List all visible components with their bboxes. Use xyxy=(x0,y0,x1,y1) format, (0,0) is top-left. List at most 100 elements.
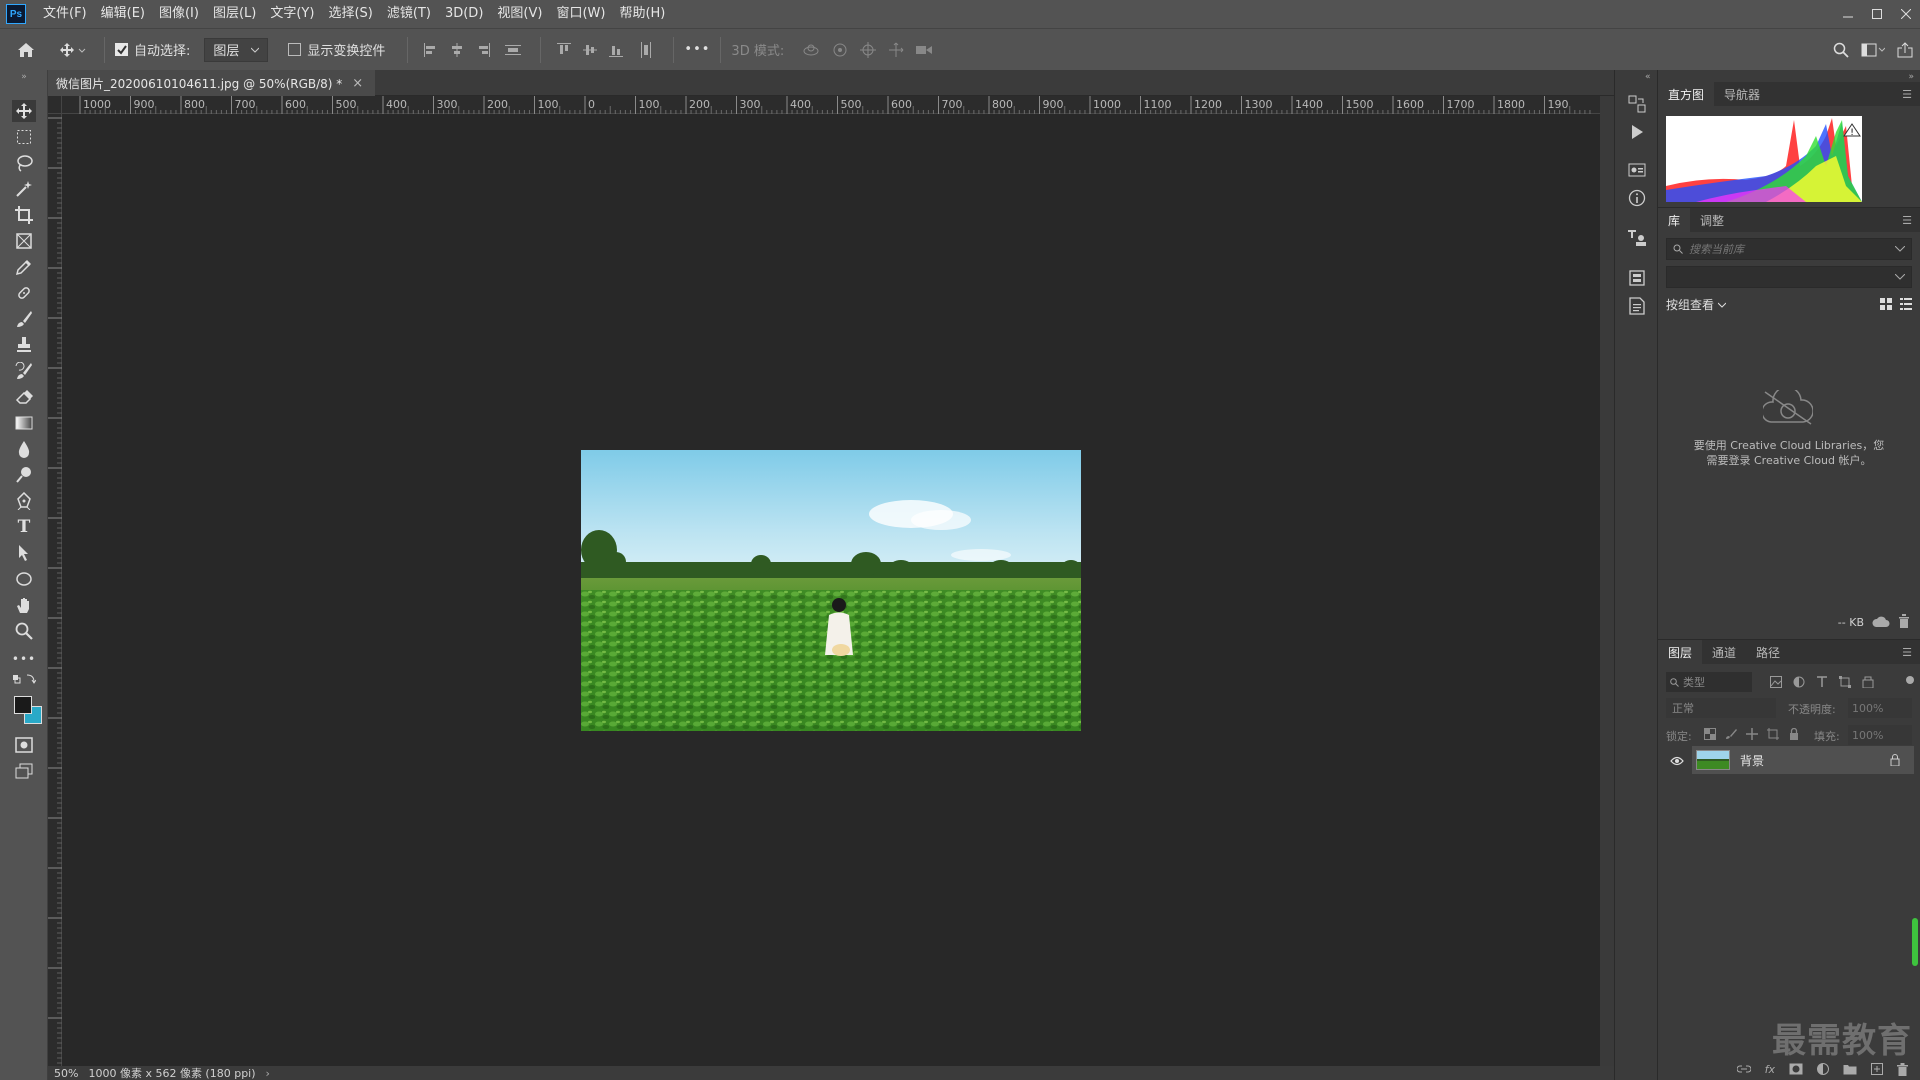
lock-artboard-icon[interactable] xyxy=(1767,728,1779,740)
tab-adjustments[interactable]: 调整 xyxy=(1690,208,1734,232)
foreground-color-swatch[interactable] xyxy=(14,696,32,714)
filter-type-icon[interactable] xyxy=(1816,676,1828,688)
menu-filter[interactable]: 滤镜(T) xyxy=(380,0,438,28)
move-tool-icon[interactable] xyxy=(12,100,36,122)
notes-panel-icon[interactable] xyxy=(1627,296,1647,316)
healing-brush-tool-icon[interactable] xyxy=(12,282,36,304)
delete-layer-icon[interactable] xyxy=(1897,1062,1908,1076)
tab-navigator[interactable]: 导航器 xyxy=(1714,82,1770,106)
zoom-tool-icon[interactable] xyxy=(12,620,36,642)
align-center-h-icon[interactable] xyxy=(444,29,470,71)
view-by-group-dropdown[interactable]: 按组查看 xyxy=(1666,296,1727,313)
lock-position-icon[interactable] xyxy=(1746,728,1758,740)
3d-roll-icon[interactable] xyxy=(826,29,854,71)
tab-paths[interactable]: 路径 xyxy=(1746,640,1790,664)
history-panel-icon[interactable] xyxy=(1627,94,1647,114)
fill-field[interactable]: 100% xyxy=(1848,725,1912,745)
close-icon[interactable] xyxy=(1891,0,1920,28)
ruler-vertical[interactable] xyxy=(48,114,62,1066)
tab-histogram[interactable]: 直方图 xyxy=(1658,82,1715,106)
lock-all-icon[interactable] xyxy=(1788,728,1800,740)
tab-channels[interactable]: 通道 xyxy=(1702,640,1746,664)
move-tool-preset-icon[interactable] xyxy=(52,29,94,71)
filter-shape-icon[interactable] xyxy=(1839,676,1851,688)
ruler-origin[interactable] xyxy=(48,96,62,114)
lock-image-pixels-icon[interactable] xyxy=(1725,728,1737,740)
document-info[interactable]: 1000 像素 x 562 像素 (180 ppi) xyxy=(88,1065,255,1080)
swap-colors-icon[interactable] xyxy=(12,672,36,686)
pen-tool-icon[interactable] xyxy=(12,490,36,512)
new-group-icon[interactable] xyxy=(1843,1063,1857,1075)
3d-slide-icon[interactable] xyxy=(882,29,910,71)
menu-view[interactable]: 视图(V) xyxy=(490,0,549,28)
menu-file[interactable]: 文件(F) xyxy=(36,0,94,28)
menu-3d[interactable]: 3D(D) xyxy=(438,0,490,28)
tab-layers[interactable]: 图层 xyxy=(1658,640,1703,664)
add-mask-icon[interactable] xyxy=(1789,1063,1803,1075)
cloud-sync-icon[interactable] xyxy=(1872,616,1890,632)
edit-toolbar-icon[interactable]: ••• xyxy=(12,648,36,670)
quick-mask-icon[interactable] xyxy=(12,734,36,756)
filter-smart-object-icon[interactable] xyxy=(1862,676,1874,688)
vertical-scrollbar[interactable] xyxy=(1600,96,1614,1066)
lasso-tool-icon[interactable] xyxy=(12,152,36,174)
document-image[interactable] xyxy=(581,450,1081,731)
share-icon[interactable] xyxy=(1890,29,1920,71)
filter-pixel-icon[interactable] xyxy=(1770,676,1782,688)
lock-transparent-pixels-icon[interactable] xyxy=(1704,728,1716,740)
properties-panel-icon[interactable] xyxy=(1627,160,1647,180)
dodge-tool-icon[interactable] xyxy=(12,464,36,486)
magic-wand-tool-icon[interactable] xyxy=(12,178,36,200)
link-layers-icon[interactable] xyxy=(1736,1064,1751,1074)
close-tab-icon[interactable]: × xyxy=(352,76,363,91)
path-selection-tool-icon[interactable] xyxy=(12,542,36,564)
trash-icon[interactable] xyxy=(1898,614,1910,632)
maximize-icon[interactable] xyxy=(1862,0,1891,28)
ellipse-tool-icon[interactable] xyxy=(12,568,36,590)
panel-menu-icon[interactable]: ☰ xyxy=(1902,214,1912,227)
3d-orbit-icon[interactable] xyxy=(796,29,826,71)
collapse-panels-icon[interactable]: » xyxy=(1908,72,1914,82)
auto-select-dropdown[interactable]: 图层 xyxy=(204,37,269,62)
menu-window[interactable]: 窗口(W) xyxy=(549,0,612,28)
minimize-icon[interactable] xyxy=(1833,0,1862,28)
menu-type[interactable]: 文字(Y) xyxy=(263,0,321,28)
clone-stamp-tool-icon[interactable] xyxy=(12,334,36,356)
layer-row-background[interactable]: 背景 xyxy=(1692,746,1914,774)
new-layer-icon[interactable] xyxy=(1871,1063,1883,1075)
blend-mode-dropdown[interactable]: 正常 xyxy=(1666,698,1776,718)
menu-image[interactable]: 图像(I) xyxy=(152,0,206,28)
workspace-icon[interactable] xyxy=(1856,29,1890,71)
eye-visibility-icon[interactable] xyxy=(1670,755,1684,770)
character-panel-icon[interactable] xyxy=(1627,228,1647,248)
menu-help[interactable]: 帮助(H) xyxy=(612,0,672,28)
align-right-icon[interactable] xyxy=(470,29,496,71)
eyedropper-tool-icon[interactable] xyxy=(12,256,36,278)
distribute-horizontal-icon[interactable] xyxy=(629,29,663,71)
panel-menu-icon[interactable]: ☰ xyxy=(1902,646,1912,659)
align-top-icon[interactable] xyxy=(551,29,577,71)
ruler-horizontal[interactable]: 1000 900 800 700 600 500 400 300 200 100 0 100 200 30… xyxy=(62,96,1600,114)
layer-name[interactable]: 背景 xyxy=(1740,752,1764,769)
frame-tool-icon[interactable] xyxy=(12,230,36,252)
auto-select-checkbox[interactable] xyxy=(115,43,128,56)
more-options-icon[interactable]: ••• xyxy=(684,42,710,57)
grid-view-icon[interactable] xyxy=(1880,298,1892,314)
glyphs-panel-icon[interactable] xyxy=(1627,268,1647,288)
adjustment-layer-icon[interactable] xyxy=(1817,1063,1829,1075)
hand-tool-icon[interactable] xyxy=(12,594,36,616)
show-transform-checkbox[interactable] xyxy=(288,43,302,56)
layer-filter-kind[interactable]: 类型 xyxy=(1666,672,1752,692)
fx-icon[interactable]: fx xyxy=(1765,1063,1775,1076)
actions-play-icon[interactable] xyxy=(1627,122,1647,142)
3d-pan-icon[interactable] xyxy=(854,29,882,71)
brush-tool-icon[interactable] xyxy=(12,308,36,330)
blur-tool-icon[interactable] xyxy=(12,438,36,460)
document-canvas[interactable] xyxy=(62,114,1600,1066)
menu-layer[interactable]: 图层(L) xyxy=(206,0,263,28)
collapse-tools-icon[interactable]: » xyxy=(4,72,44,82)
chevron-right-icon[interactable]: › xyxy=(266,1067,270,1080)
info-icon[interactable] xyxy=(1627,188,1647,208)
menu-edit[interactable]: 编辑(E) xyxy=(94,0,152,28)
crop-tool-icon[interactable] xyxy=(12,204,36,226)
